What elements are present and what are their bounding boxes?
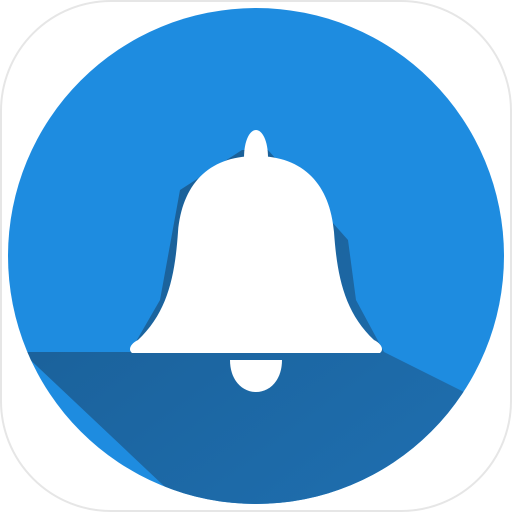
notification-app-icon-graphic (0, 0, 512, 512)
app-icon[interactable] (0, 0, 512, 512)
